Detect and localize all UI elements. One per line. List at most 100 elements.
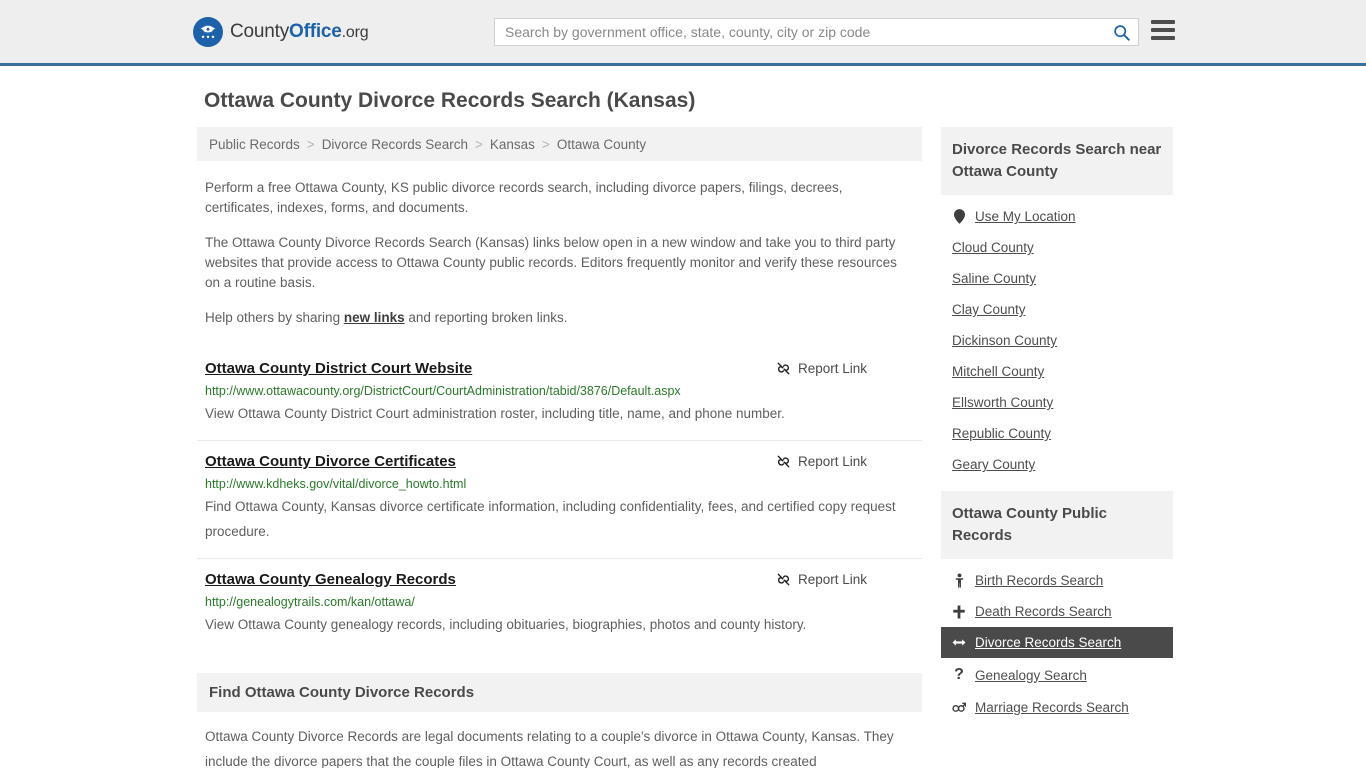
- hamburger-menu-icon[interactable]: [1151, 20, 1175, 40]
- nearby-counties-list: Use My Location Cloud County Saline Coun…: [941, 195, 1173, 480]
- intro-p3-before: Help others by sharing: [205, 310, 344, 325]
- sidebar-link[interactable]: Death Records Search: [975, 604, 1112, 619]
- result-item: Ottawa County District Court Website Rep…: [197, 348, 922, 440]
- county-link[interactable]: Mitchell County: [952, 364, 1044, 379]
- county-link[interactable]: Republic County: [952, 426, 1051, 441]
- report-link-button[interactable]: Report Link: [776, 572, 867, 587]
- eagle-seal-icon: [193, 16, 223, 47]
- county-link[interactable]: Geary County: [952, 457, 1035, 472]
- sidebar: Divorce Records Search near Ottawa Count…: [941, 127, 1173, 734]
- sidebar-link[interactable]: Divorce Records Search: [975, 635, 1121, 650]
- breadcrumb-item-2[interactable]: Kansas: [490, 137, 535, 152]
- result-title-link[interactable]: Ottawa County Genealogy Records: [205, 571, 456, 588]
- find-section-body: Ottawa County Divorce Records are legal …: [205, 729, 894, 768]
- intro-paragraph-2: The Ottawa County Divorce Records Search…: [205, 235, 897, 290]
- county-link[interactable]: Dickinson County: [952, 333, 1057, 348]
- report-link-label: Report Link: [797, 361, 867, 376]
- county-link[interactable]: Saline County: [952, 271, 1036, 286]
- result-title-link[interactable]: Ottawa County Divorce Certificates: [205, 453, 456, 470]
- use-my-location-link[interactable]: Use My Location: [975, 209, 1076, 224]
- sidebar-item-birth-records[interactable]: Birth Records Search: [941, 565, 1173, 596]
- result-item: Ottawa County Divorce Certificates Repor…: [197, 440, 922, 558]
- intro-paragraph-1: Perform a free Ottawa County, KS public …: [205, 180, 843, 215]
- sidebar-link[interactable]: Marriage Records Search: [975, 700, 1129, 715]
- sidebar-item-divorce-records[interactable]: Divorce Records Search: [941, 627, 1173, 658]
- result-item: Ottawa County Genealogy Records Report L…: [197, 558, 922, 651]
- sidebar-item-marriage-records[interactable]: Marriage Records Search: [941, 692, 1173, 723]
- search-bar[interactable]: [494, 18, 1139, 46]
- broken-link-icon: [777, 455, 790, 468]
- logo-text-office: Office: [289, 20, 342, 42]
- logo-text-org: .org: [341, 23, 369, 41]
- breadcrumb-separator: >: [475, 136, 483, 152]
- nearby-county-item[interactable]: Dickinson County: [941, 325, 1173, 356]
- intro-p3-after: and reporting broken links.: [404, 310, 568, 325]
- report-link-button[interactable]: Report Link: [776, 454, 867, 469]
- public-records-card: Ottawa County Public Records Birth Recor…: [941, 491, 1173, 723]
- intro-paragraph-3: Help others by sharing new links and rep…: [205, 308, 905, 328]
- result-description: Find Ottawa County, Kansas divorce certi…: [205, 499, 896, 539]
- result-header: Ottawa County Divorce Certificates Repor…: [205, 453, 914, 470]
- nearby-county-item[interactable]: Geary County: [941, 449, 1173, 480]
- search-icon: [1113, 24, 1130, 41]
- report-link-button[interactable]: Report Link: [776, 361, 867, 376]
- nearby-county-item[interactable]: Mitchell County: [941, 356, 1173, 387]
- nearby-county-item[interactable]: Clay County: [941, 294, 1173, 325]
- search-button[interactable]: [1104, 19, 1138, 45]
- result-description: View Ottawa County genealogy records, in…: [205, 617, 807, 632]
- result-url: http://genealogytrails.com/kan/ottawa/: [205, 595, 415, 609]
- nearby-county-item[interactable]: Republic County: [941, 418, 1173, 449]
- left-right-arrow-icon: [952, 637, 966, 648]
- baby-icon: [952, 573, 966, 588]
- result-header: Ottawa County District Court Website Rep…: [205, 360, 914, 377]
- result-url: http://www.kdheks.gov/vital/divorce_howt…: [205, 477, 467, 491]
- hamburger-bar: [1151, 36, 1175, 40]
- broken-link-icon: [777, 362, 790, 375]
- breadcrumb-item-0[interactable]: Public Records: [209, 137, 300, 152]
- public-records-title: Ottawa County Public Records: [941, 491, 1173, 559]
- sidebar-item-death-records[interactable]: Death Records Search: [941, 596, 1173, 627]
- location-pin-icon: [952, 209, 966, 224]
- report-link-label: Report Link: [797, 572, 867, 587]
- intro-text: Perform a free Ottawa County, KS public …: [197, 178, 922, 328]
- sidebar-link[interactable]: Genealogy Search: [975, 668, 1087, 683]
- question-mark-icon: ?: [954, 666, 964, 683]
- breadcrumb-item-3[interactable]: Ottawa County: [557, 137, 646, 152]
- logo-text-county: County: [230, 20, 290, 42]
- cross-icon: [952, 605, 966, 619]
- use-my-location-item[interactable]: Use My Location: [941, 201, 1173, 232]
- broken-link-icon: [777, 573, 790, 586]
- main-content: Public Records > Divorce Records Search …: [197, 127, 922, 768]
- hamburger-bar: [1151, 20, 1175, 24]
- nearby-county-item[interactable]: Saline County: [941, 263, 1173, 294]
- find-section-title: Find Ottawa County Divorce Records: [197, 673, 922, 712]
- nearby-counties-title: Divorce Records Search near Ottawa Count…: [941, 127, 1173, 195]
- result-url: http://www.ottawacounty.org/DistrictCour…: [205, 384, 681, 398]
- results-list: Ottawa County District Court Website Rep…: [197, 348, 922, 651]
- content-columns: Public Records > Divorce Records Search …: [197, 127, 1173, 768]
- breadcrumb: Public Records > Divorce Records Search …: [197, 127, 922, 161]
- breadcrumb-item-1[interactable]: Divorce Records Search: [322, 137, 468, 152]
- county-link[interactable]: Ellsworth County: [952, 395, 1053, 410]
- nearby-county-item[interactable]: Ellsworth County: [941, 387, 1173, 418]
- hamburger-bar: [1151, 28, 1175, 32]
- result-title-link[interactable]: Ottawa County District Court Website: [205, 360, 472, 377]
- result-description: View Ottawa County District Court admini…: [205, 406, 785, 421]
- county-link[interactable]: Cloud County: [952, 240, 1034, 255]
- report-link-label: Report Link: [797, 454, 867, 469]
- county-link[interactable]: Clay County: [952, 302, 1026, 317]
- public-records-list: Birth Records Search Death Records Searc…: [941, 559, 1173, 723]
- search-input[interactable]: [495, 24, 1104, 40]
- nearby-county-item[interactable]: Cloud County: [941, 232, 1173, 263]
- page-container: Ottawa County Divorce Records Search (Ka…: [0, 89, 1366, 768]
- page-title: Ottawa County Divorce Records Search (Ka…: [204, 89, 696, 112]
- sidebar-link[interactable]: Birth Records Search: [975, 573, 1103, 588]
- nearby-counties-card: Divorce Records Search near Ottawa Count…: [941, 127, 1173, 480]
- site-header: CountyOffice.org: [0, 0, 1366, 66]
- new-links-link[interactable]: new links: [344, 310, 405, 325]
- site-logo[interactable]: CountyOffice.org: [193, 16, 369, 47]
- male-female-icon: [952, 701, 966, 714]
- breadcrumb-separator: >: [541, 136, 550, 152]
- sidebar-item-genealogy-search[interactable]: ? Genealogy Search: [941, 658, 1173, 692]
- logo-text: CountyOffice.org: [230, 20, 369, 43]
